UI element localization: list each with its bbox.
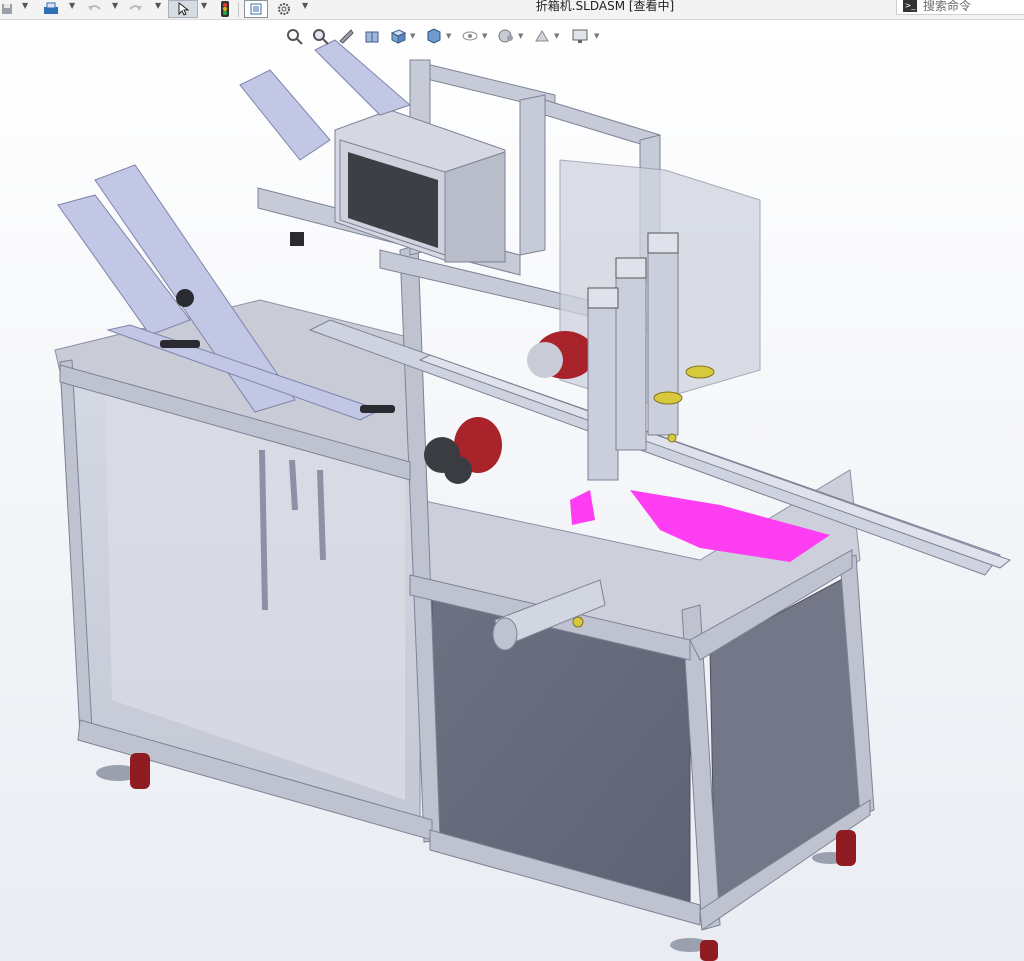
- print-dropdown-icon[interactable]: ▼: [69, 1, 75, 10]
- zoom-to-area-icon[interactable]: [310, 26, 330, 46]
- zoom-to-fit-icon[interactable]: [284, 26, 304, 46]
- apply-scene-icon[interactable]: [532, 26, 552, 46]
- undo-icon[interactable]: [84, 0, 104, 18]
- save-icon[interactable]: [0, 0, 14, 18]
- section-view-icon[interactable]: [362, 26, 382, 46]
- file-properties-icon[interactable]: [244, 0, 268, 18]
- view-settings-icon[interactable]: [570, 26, 590, 46]
- undo-dropdown-icon[interactable]: ▼: [112, 1, 118, 10]
- options-gear-icon[interactable]: [274, 0, 294, 18]
- traffic-light-icon[interactable]: [218, 0, 232, 18]
- terminal-icon: >_: [903, 0, 917, 12]
- redo-dropdown-icon[interactable]: ▼: [155, 1, 161, 10]
- search-commands-input[interactable]: >_ 搜索命令: [896, 0, 1024, 15]
- display-style-icon[interactable]: [424, 26, 444, 46]
- select-dropdown-icon[interactable]: ▼: [201, 1, 207, 10]
- title-bar: ▼ ▼ ▼ ▼ ▼ ▼ 折箱机.SLDASM [查看中] >_ 搜索命令: [0, 0, 1024, 20]
- model-viewport[interactable]: [0, 20, 1024, 961]
- heads-up-view-toolbar: ▼ ▼ ▼ ▼ ▼ ▼: [282, 24, 612, 50]
- previous-view-icon[interactable]: [336, 26, 356, 46]
- save-dropdown-icon[interactable]: ▼: [22, 1, 28, 10]
- view-orientation-icon[interactable]: [388, 26, 408, 46]
- search-placeholder: 搜索命令: [923, 0, 972, 13]
- window-title: 折箱机.SLDASM [查看中]: [535, 0, 675, 13]
- options-dropdown-icon[interactable]: ▼: [302, 1, 308, 10]
- select-pointer-icon[interactable]: [168, 0, 198, 18]
- redo-icon[interactable]: [126, 0, 146, 18]
- hide-show-items-icon[interactable]: [460, 26, 480, 46]
- edit-appearance-icon[interactable]: [496, 26, 516, 46]
- print-icon[interactable]: [40, 0, 62, 18]
